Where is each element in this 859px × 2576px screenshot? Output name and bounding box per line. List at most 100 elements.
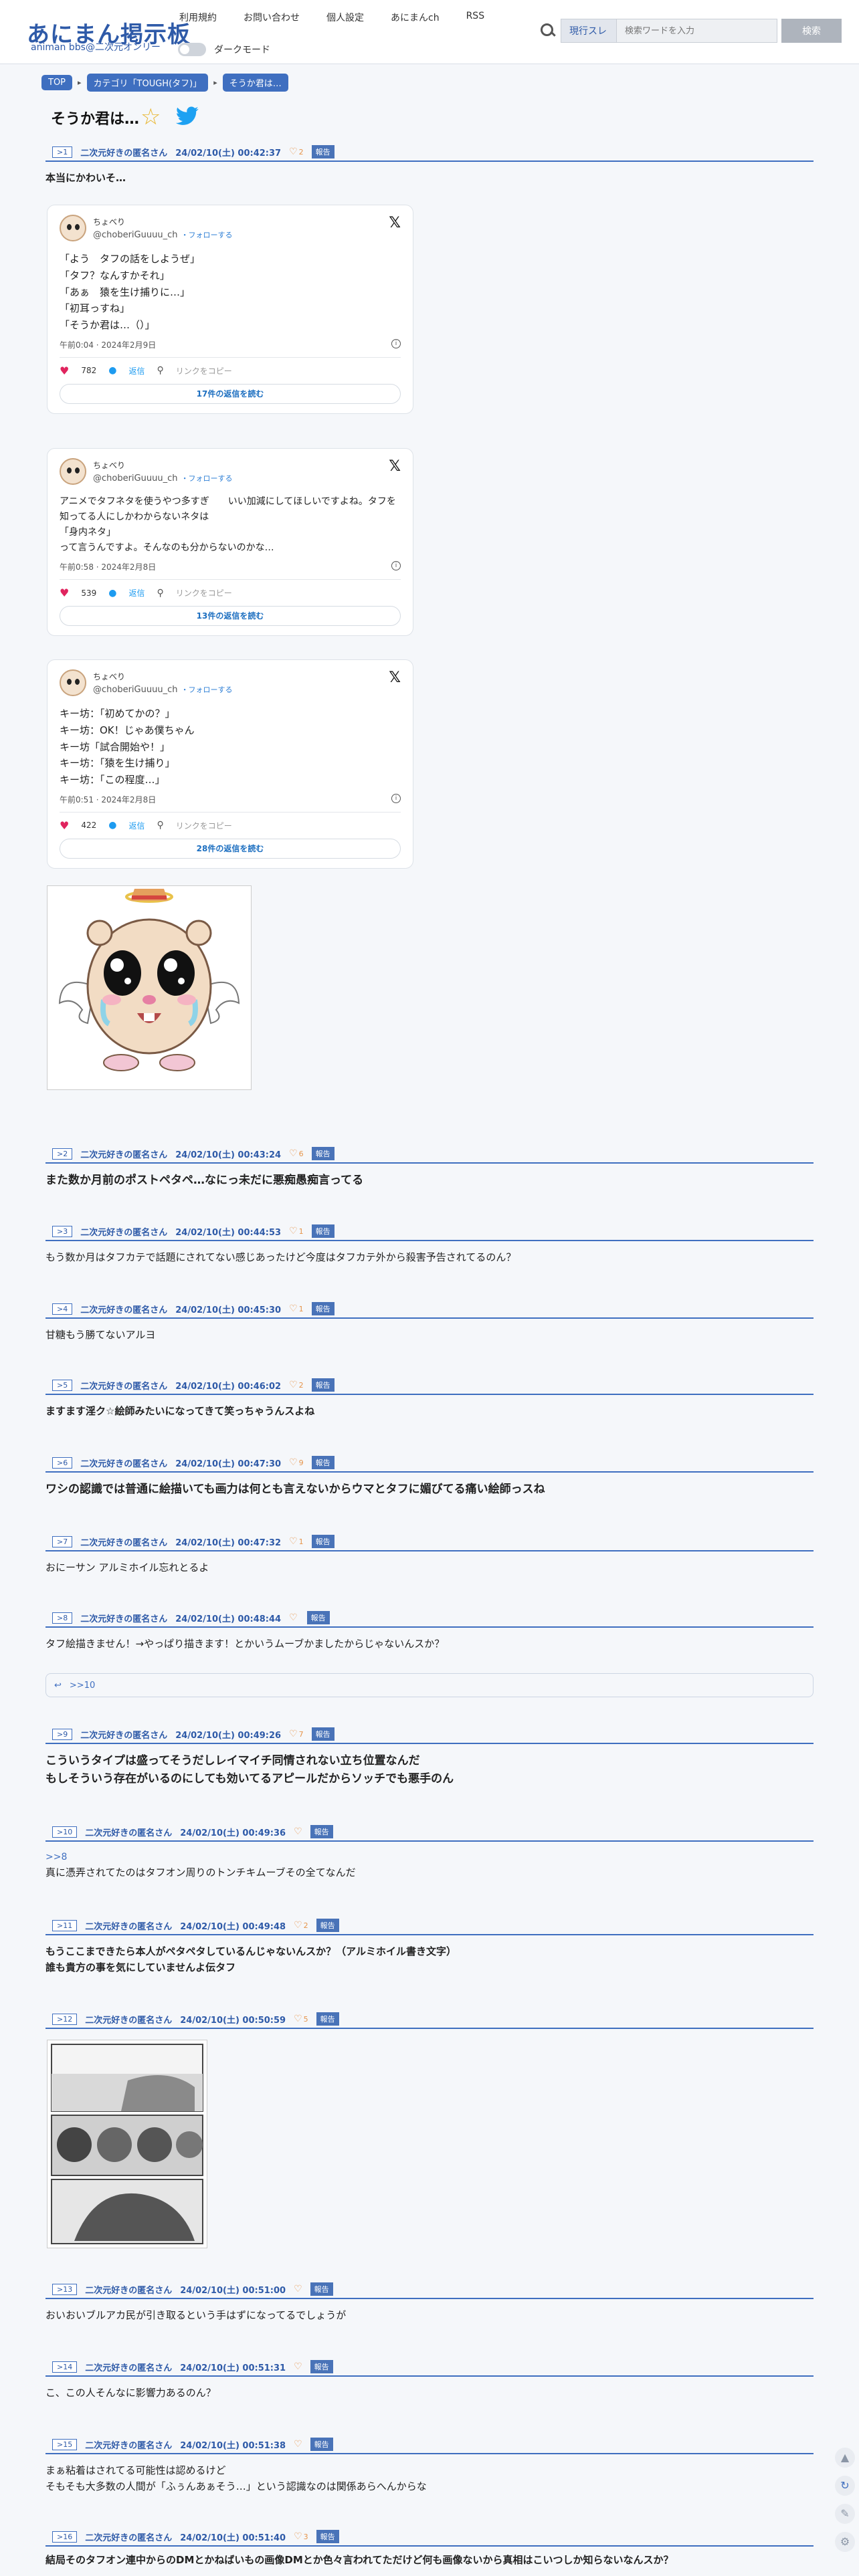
post-number[interactable]: >1: [52, 146, 73, 158]
heart-icon[interactable]: ♡: [289, 1612, 298, 1623]
heart-icon[interactable]: ♡: [289, 146, 298, 157]
tweet-timestamp[interactable]: 午前0:58 · 2024年2月8日 i: [60, 561, 401, 580]
breadcrumb-top[interactable]: TOP: [41, 75, 73, 90]
breadcrumb-thread[interactable]: そうか君は…: [222, 74, 288, 92]
tweet-timestamp[interactable]: 午前0:51 · 2024年2月8日 i: [60, 793, 401, 813]
follow-link[interactable]: ・フォローする: [181, 685, 233, 694]
post-number[interactable]: >8: [52, 1612, 73, 1624]
report-button[interactable]: 報告: [311, 145, 335, 158]
heart-icon[interactable]: ♡: [289, 1729, 298, 1739]
search-scope-select[interactable]: 現行スレ: [561, 19, 617, 43]
favorite-star-icon[interactable]: ☆: [140, 106, 161, 128]
x-logo-icon[interactable]: 𝕏: [389, 669, 401, 686]
reply-bubble-icon[interactable]: ●: [108, 588, 116, 599]
dark-mode-toggle[interactable]: ダークモード: [178, 43, 270, 56]
report-button[interactable]: 報告: [311, 1378, 335, 1392]
report-button[interactable]: 報告: [310, 2282, 333, 2296]
like-heart-icon[interactable]: ♥: [60, 586, 69, 599]
nav-rss[interactable]: RSS: [466, 11, 485, 24]
reply-anchor-bar[interactable]: ↩ >>10: [45, 1673, 814, 1697]
report-button[interactable]: 報告: [316, 2012, 339, 2026]
settings-gear-icon[interactable]: ⚙: [835, 2532, 855, 2552]
report-button[interactable]: 報告: [310, 2360, 333, 2373]
dark-mode-switch[interactable]: [178, 43, 206, 56]
nav-terms[interactable]: 利用規約: [179, 11, 217, 24]
reply-link[interactable]: 返信: [128, 820, 145, 831]
link-icon[interactable]: ⚲: [157, 365, 163, 376]
post-number[interactable]: >11: [52, 1919, 78, 1931]
heart-icon[interactable]: ♡: [294, 2361, 302, 2372]
tweet-handle[interactable]: @choberiGuuuu_ch: [93, 473, 177, 484]
report-button[interactable]: 報告: [306, 1611, 330, 1624]
breadcrumb-category[interactable]: カテゴリ「TOUGH(タフ)」: [86, 74, 209, 92]
avatar[interactable]: [60, 458, 86, 485]
nav-contact[interactable]: お問い合わせ: [244, 11, 300, 24]
post-number[interactable]: >12: [52, 2013, 78, 2025]
report-button[interactable]: 報告: [310, 1825, 333, 1838]
heart-icon[interactable]: ♡: [289, 1303, 298, 1314]
post-number[interactable]: >9: [52, 1728, 73, 1740]
x-logo-icon[interactable]: 𝕏: [389, 215, 401, 231]
like-heart-icon[interactable]: ♥: [60, 364, 69, 377]
post-number[interactable]: >10: [52, 1826, 78, 1838]
info-icon[interactable]: i: [391, 338, 401, 348]
report-button[interactable]: 報告: [311, 1727, 335, 1741]
tweet-handle[interactable]: @choberiGuuuu_ch: [93, 230, 177, 240]
report-button[interactable]: 報告: [311, 1147, 335, 1160]
read-replies-button[interactable]: 28件の返信を読む: [60, 838, 401, 859]
heart-icon[interactable]: ♡: [294, 2531, 302, 2542]
post-number[interactable]: >13: [52, 2283, 78, 2295]
reply-anchor-link[interactable]: >>8: [45, 1850, 814, 1864]
follow-link[interactable]: ・フォローする: [181, 474, 233, 483]
post-number[interactable]: >6: [52, 1457, 73, 1469]
post-number[interactable]: >2: [52, 1148, 73, 1160]
heart-icon[interactable]: ♡: [289, 1226, 298, 1237]
twitter-share-icon[interactable]: [175, 106, 199, 130]
copy-link[interactable]: リンクをコピー: [176, 587, 232, 599]
nav-settings[interactable]: 個人設定: [326, 11, 364, 24]
report-button[interactable]: 報告: [311, 1535, 335, 1548]
heart-icon[interactable]: ♡: [294, 2439, 302, 2450]
heart-icon[interactable]: ♡: [289, 1380, 298, 1390]
report-button[interactable]: 報告: [311, 1224, 335, 1238]
report-button[interactable]: 報告: [310, 2438, 333, 2451]
avatar[interactable]: [60, 669, 86, 696]
reply-link[interactable]: 返信: [128, 365, 145, 377]
reload-icon[interactable]: ↻: [835, 2476, 855, 2496]
reply-bubble-icon[interactable]: ●: [108, 820, 116, 831]
post-number[interactable]: >15: [52, 2438, 78, 2450]
link-icon[interactable]: ⚲: [157, 588, 163, 599]
write-pencil-icon[interactable]: ✎: [835, 2504, 855, 2524]
heart-icon[interactable]: ♡: [289, 1457, 298, 1468]
copy-link[interactable]: リンクをコピー: [176, 820, 232, 831]
heart-icon[interactable]: ♡: [294, 1826, 302, 1837]
report-button[interactable]: 報告: [311, 1456, 335, 1469]
post-image-hamster[interactable]: [47, 885, 252, 1090]
post-number[interactable]: >4: [52, 1303, 73, 1315]
heart-icon[interactable]: ♡: [294, 2284, 302, 2294]
tweet-timestamp[interactable]: 午前0:04 · 2024年2月9日 i: [60, 338, 401, 358]
like-heart-icon[interactable]: ♥: [60, 819, 69, 832]
read-replies-button[interactable]: 17件の返信を読む: [60, 383, 401, 404]
post-image-manga[interactable]: [47, 2040, 207, 2248]
report-button[interactable]: 報告: [316, 1919, 339, 1932]
post-number[interactable]: >14: [52, 2361, 78, 2373]
heart-icon[interactable]: ♡: [294, 1920, 302, 1931]
nav-animanch[interactable]: あにまんch: [391, 11, 440, 24]
embedded-tweet-3[interactable]: ちょべり @choberiGuuuu_ch ・フォローする 𝕏 キー坊：「初めて…: [47, 659, 413, 869]
reply-bubble-icon[interactable]: ●: [108, 365, 116, 376]
report-button[interactable]: 報告: [316, 2530, 339, 2543]
report-button[interactable]: 報告: [311, 1302, 335, 1315]
read-replies-button[interactable]: 13件の返信を読む: [60, 606, 401, 627]
search-button[interactable]: 検索: [781, 19, 842, 43]
avatar[interactable]: [60, 215, 86, 241]
tweet-handle[interactable]: @choberiGuuuu_ch: [93, 685, 177, 695]
heart-icon[interactable]: ♡: [289, 1148, 298, 1159]
copy-link[interactable]: リンクをコピー: [176, 365, 232, 377]
post-number[interactable]: >16: [52, 2531, 78, 2543]
x-logo-icon[interactable]: 𝕏: [389, 458, 401, 475]
post-number[interactable]: >7: [52, 1535, 73, 1547]
scroll-top-icon[interactable]: ▲: [835, 2448, 855, 2468]
info-icon[interactable]: i: [391, 793, 401, 803]
search-input[interactable]: [617, 19, 777, 43]
